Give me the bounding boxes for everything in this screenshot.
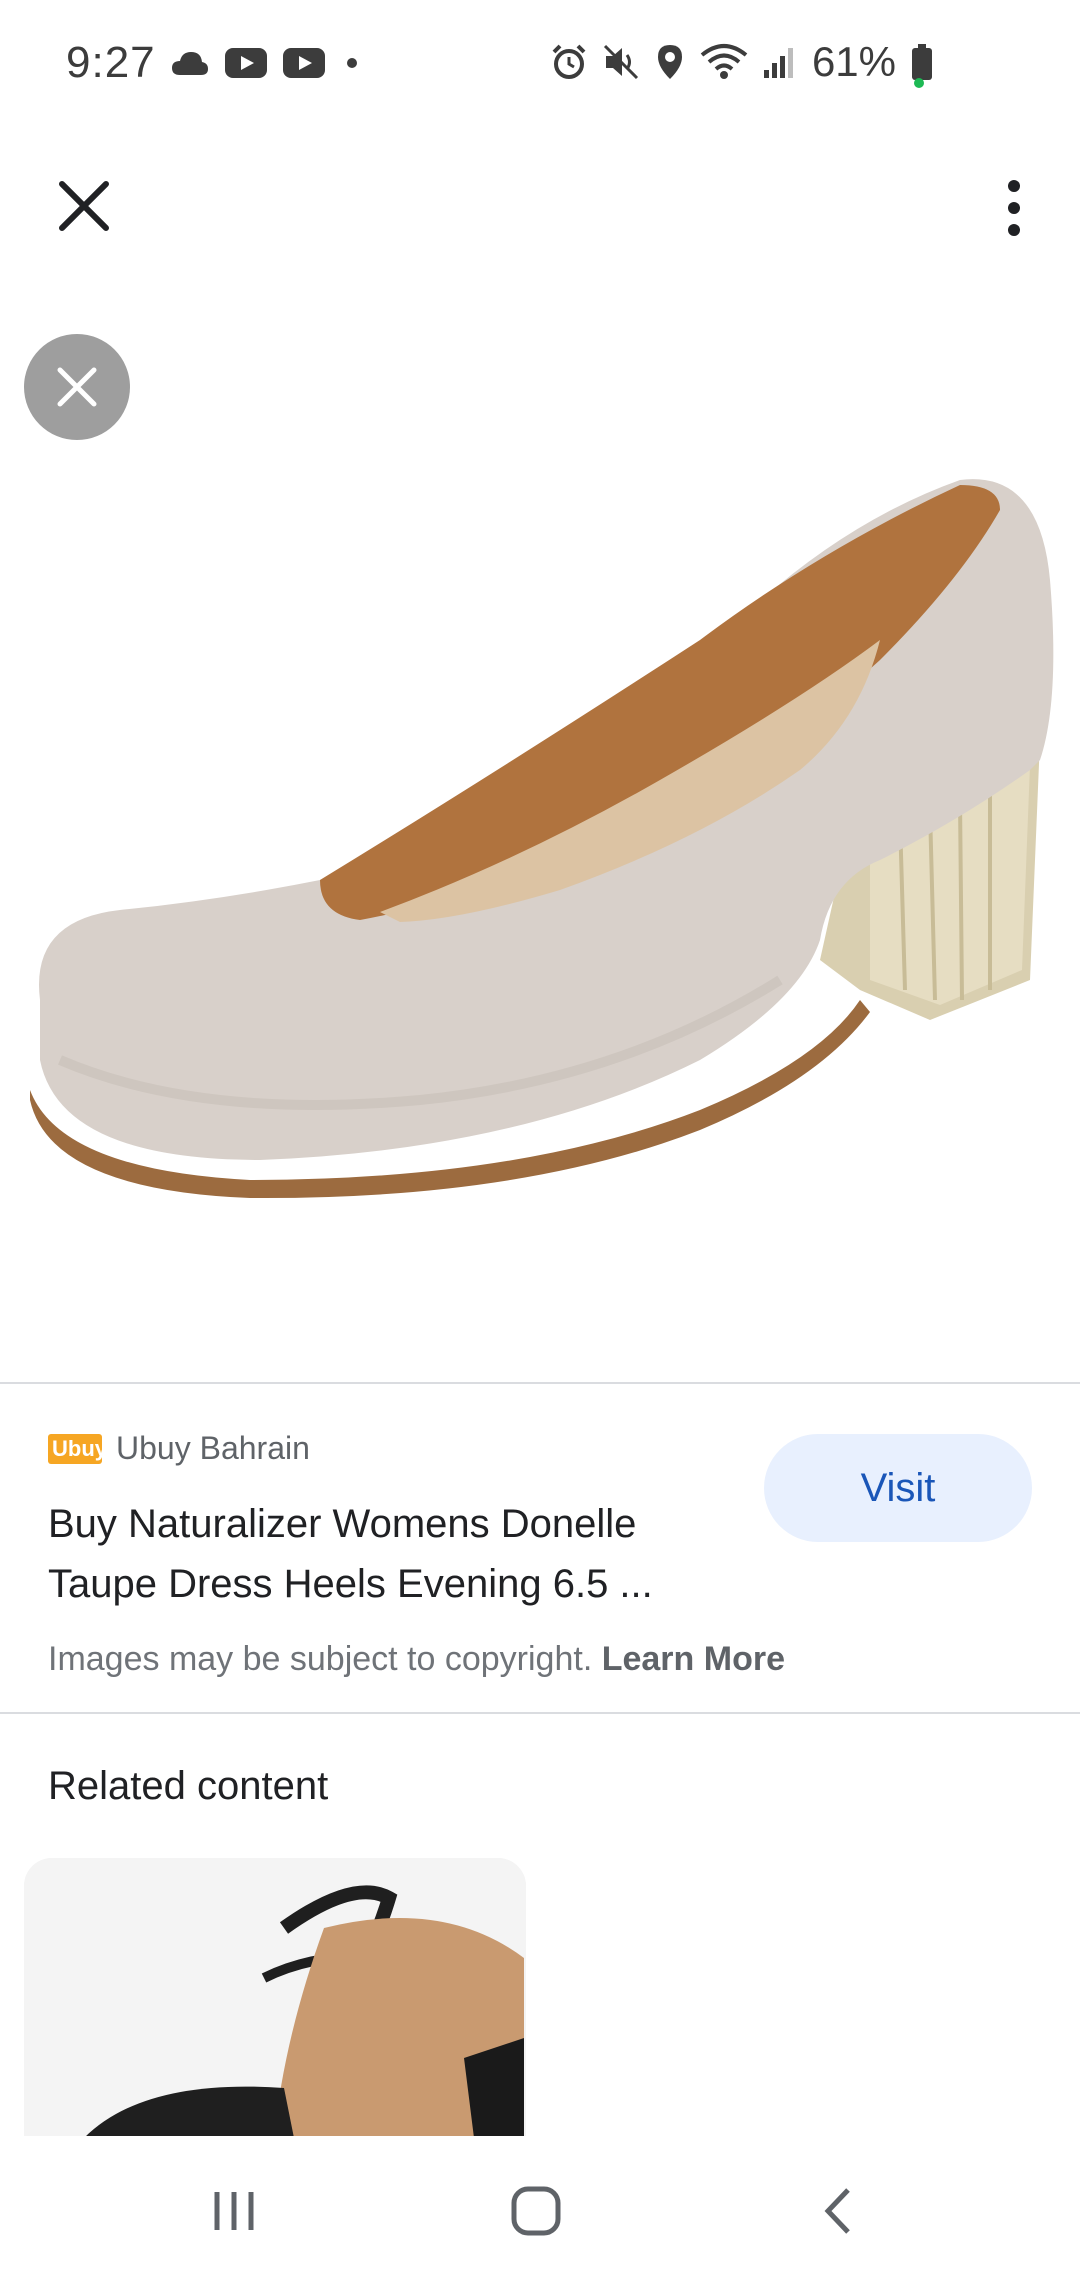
recents-icon bbox=[214, 2192, 254, 2230]
source-logo: Ubuy bbox=[48, 1433, 107, 1464]
dot-icon bbox=[346, 58, 357, 68]
status-right: 61% bbox=[550, 38, 934, 86]
learn-more-link[interactable]: Learn More bbox=[602, 1640, 785, 1678]
visit-button[interactable]: Visit bbox=[764, 1434, 1032, 1542]
back-button[interactable] bbox=[798, 2176, 878, 2246]
signal-icon bbox=[763, 48, 793, 78]
related-content-heading: Related content bbox=[48, 1764, 329, 1808]
alarm-icon bbox=[552, 44, 586, 79]
more-options-button[interactable] bbox=[1000, 176, 1028, 240]
status-bar: 9:27 61% bbox=[0, 0, 1080, 130]
youtube-icon bbox=[224, 48, 267, 78]
copyright-notice: Images may be subject to copyright. Lear… bbox=[48, 1640, 785, 1679]
product-image bbox=[30, 479, 1054, 1199]
image-viewer[interactable] bbox=[0, 300, 1080, 1382]
status-left: 9:27 bbox=[66, 38, 364, 88]
navigation-bar bbox=[0, 2136, 1080, 2280]
result-title[interactable]: Buy Naturalizer Womens Donelle Taupe Dre… bbox=[48, 1494, 748, 1614]
home-button[interactable] bbox=[496, 2176, 576, 2246]
cloud-icon bbox=[171, 52, 208, 75]
battery-percent: 61% bbox=[811, 38, 896, 85]
source-row[interactable]: Ubuy Ubuy Bahrain bbox=[48, 1430, 310, 1467]
recents-button[interactable] bbox=[194, 2176, 274, 2246]
related-item-image bbox=[24, 1858, 526, 2138]
location-icon bbox=[657, 45, 682, 79]
wifi-icon bbox=[700, 44, 748, 79]
close-icon bbox=[59, 181, 109, 231]
home-icon bbox=[511, 2186, 561, 2236]
back-icon bbox=[824, 2188, 850, 2234]
copyright-text: Images may be subject to copyright. bbox=[48, 1640, 602, 1678]
close-button[interactable] bbox=[52, 174, 116, 238]
related-item[interactable] bbox=[24, 1858, 526, 2138]
mute-icon bbox=[603, 44, 638, 80]
source-name: Ubuy Bahrain bbox=[116, 1430, 310, 1466]
divider bbox=[0, 1382, 1080, 1384]
divider bbox=[0, 1712, 1080, 1714]
battery-icon bbox=[912, 44, 932, 80]
close-icon bbox=[57, 367, 97, 407]
more-vert-icon bbox=[1008, 180, 1020, 236]
status-time: 9:27 bbox=[66, 38, 156, 87]
youtube-icon bbox=[282, 48, 325, 78]
dismiss-overlay-button[interactable] bbox=[24, 334, 130, 440]
privacy-indicator bbox=[914, 78, 924, 88]
